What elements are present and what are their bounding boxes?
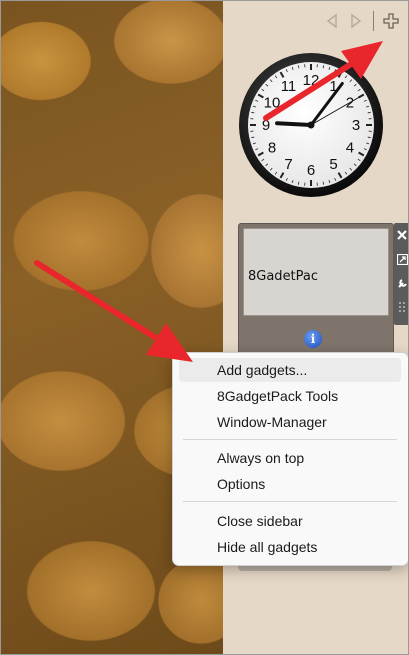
menu-item-add-gadgets[interactable]: Add gadgets... <box>179 358 401 382</box>
clock-numeral: 12 <box>303 72 320 89</box>
resize-icon[interactable] <box>394 247 408 271</box>
menu-item-always-on-top[interactable]: Always on top <box>179 446 401 470</box>
info-icon[interactable]: i <box>304 330 322 348</box>
close-icon[interactable] <box>394 223 408 247</box>
menu-separator <box>183 439 397 440</box>
clock-numeral: 6 <box>307 162 315 179</box>
menu-item-hide-all-gadgets[interactable]: Hide all gadgets <box>179 535 401 559</box>
gadget-tile-label: 8GadetPac <box>248 269 319 284</box>
clock-numeral: 3 <box>352 117 360 134</box>
clock-hour-hand <box>275 121 313 127</box>
drag-handle-icon[interactable] <box>394 295 408 319</box>
clock-numeral: 10 <box>264 95 281 112</box>
screenshot-frame: 121234567891011 8GadetPac i Add gadgets.… <box>0 0 409 655</box>
info-icon-glyph: i <box>310 332 316 346</box>
triangle-right-icon[interactable] <box>347 12 365 30</box>
gadget-tile-preview: 8GadetPac <box>243 228 389 316</box>
wrench-icon[interactable] <box>394 271 408 295</box>
menu-separator <box>183 501 397 502</box>
menu-item-options[interactable]: Options <box>179 472 401 496</box>
clock-gadget[interactable]: 121234567891011 <box>237 51 385 199</box>
plus-icon[interactable] <box>382 12 400 30</box>
menu-item-window-manager[interactable]: Window-Manager <box>179 410 401 434</box>
gadget-toolbar <box>394 223 408 325</box>
menu-item-close-sidebar[interactable]: Close sidebar <box>179 509 401 533</box>
clock-numeral: 4 <box>346 140 354 157</box>
nav-divider <box>373 11 374 31</box>
clock-numeral: 8 <box>268 140 276 157</box>
context-menu: Add gadgets... 8GadgetPack Tools Window-… <box>172 352 408 566</box>
clock-numeral: 9 <box>262 117 270 134</box>
triangle-left-icon[interactable] <box>323 12 341 30</box>
clock-numeral: 5 <box>329 156 337 173</box>
sidebar-nav <box>323 11 400 31</box>
clock-numeral: 7 <box>284 156 292 173</box>
menu-item-8gadgetpack-tools[interactable]: 8GadgetPack Tools <box>179 384 401 408</box>
clock-numeral: 11 <box>281 78 297 95</box>
